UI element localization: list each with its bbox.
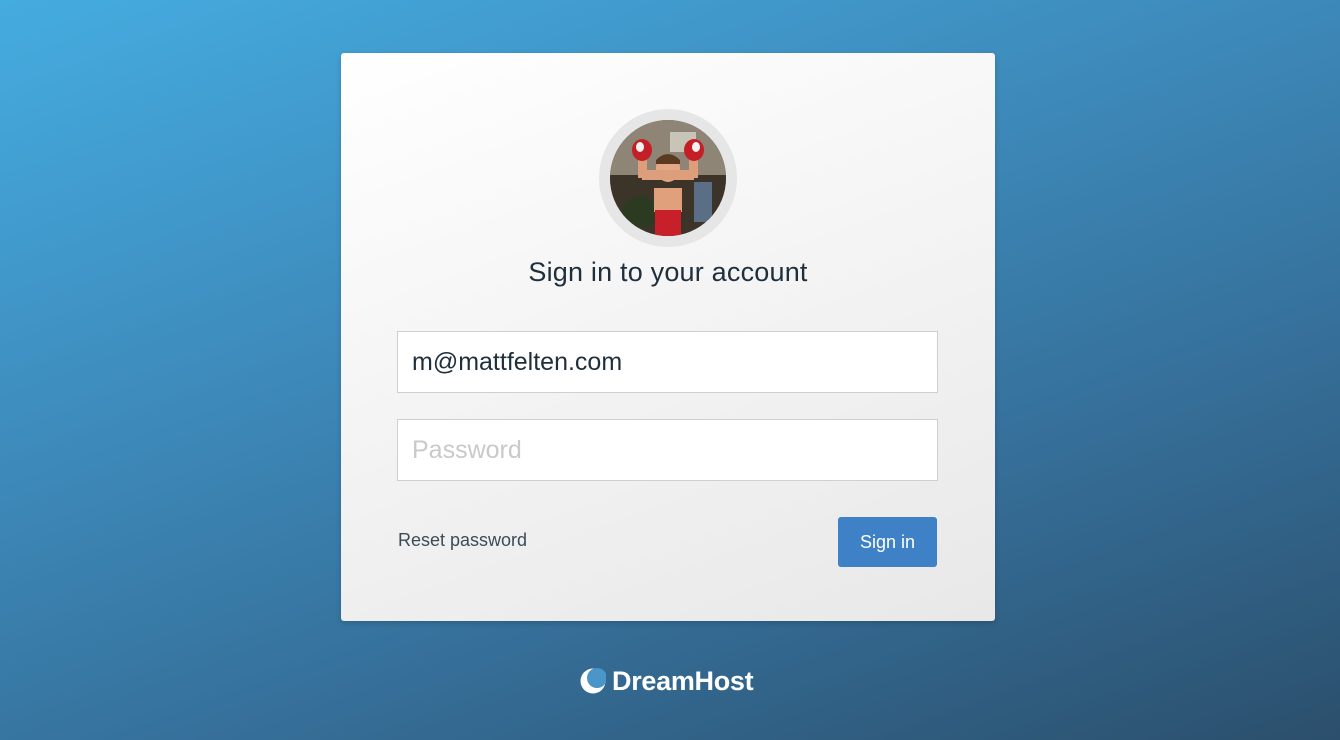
dreamhost-logo: DreamHost	[580, 664, 754, 698]
reset-password-link[interactable]: Reset password	[398, 530, 527, 551]
avatar-ring	[599, 109, 737, 247]
brand-name: DreamHost	[612, 665, 754, 696]
dreamhost-moon-icon	[580, 668, 606, 694]
page-title: Sign in to your account	[528, 257, 808, 287]
avatar	[610, 120, 726, 236]
email-field[interactable]	[397, 331, 938, 393]
avatar-photo-icon	[610, 120, 726, 236]
sign-in-button[interactable]: Sign in	[838, 517, 937, 567]
password-field[interactable]	[397, 419, 938, 481]
login-card: Sign in to your account Reset password S…	[341, 53, 995, 621]
